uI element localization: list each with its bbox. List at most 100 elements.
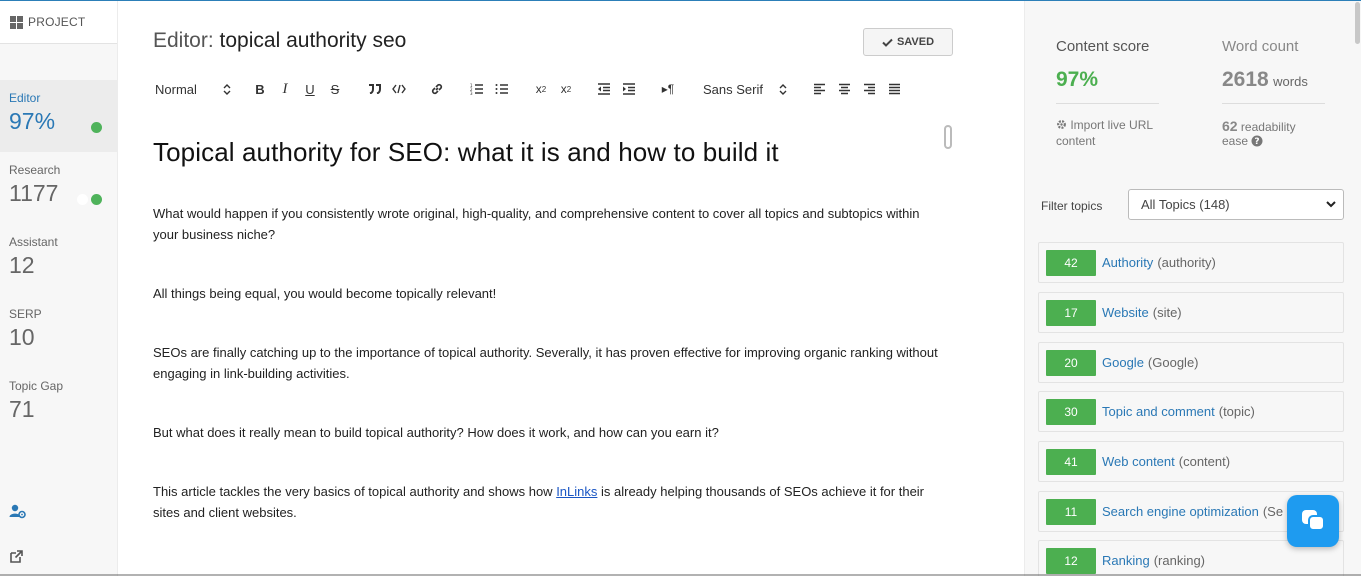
score-card: Content score 97% Import live URL conten… [1025, 1, 1361, 173]
topic-name: Ranking [1102, 553, 1150, 568]
editor-scroll-handle[interactable] [944, 125, 952, 149]
align-justify-icon[interactable] [885, 79, 903, 99]
select-arrows-icon [779, 83, 787, 95]
topic-item[interactable]: 30 Topic and comment (topic) [1038, 391, 1344, 432]
sidebar-item-research[interactable]: Research 1177 [0, 152, 118, 224]
sidebar-item-value: 10 [9, 324, 35, 350]
filter-topics-label: Filter topics [1041, 199, 1103, 213]
bullet-list-icon[interactable] [493, 79, 511, 99]
subscript-icon[interactable]: x2 [532, 79, 550, 99]
underline-icon[interactable]: U [302, 79, 318, 99]
topic-alias: (Se [1262, 504, 1284, 519]
font-family-select[interactable]: Sans Serif [703, 79, 793, 99]
topic-count-badge: 12 [1046, 547, 1096, 574]
link-icon[interactable] [428, 79, 446, 99]
italic-icon[interactable]: I [277, 79, 293, 99]
project-header[interactable]: PROJECT [0, 1, 117, 44]
import-url-button[interactable]: Import live URL content [1056, 117, 1171, 149]
outdent-icon[interactable] [595, 79, 613, 99]
paragraph: SEOs are finally catching up to the impo… [153, 345, 938, 381]
saved-button[interactable]: SAVED [863, 28, 953, 56]
project-label: PROJECT [28, 15, 86, 29]
filter-topics-select[interactable]: All Topics (148) [1128, 189, 1344, 220]
topic-item[interactable]: 42 Authority (authority) [1038, 242, 1344, 283]
bold-icon[interactable]: B [252, 79, 268, 99]
topic-count-badge: 11 [1046, 498, 1096, 525]
align-right-icon[interactable] [860, 79, 878, 99]
svg-text:?: ? [1255, 137, 1260, 147]
chat-launcher-button[interactable] [1287, 495, 1339, 547]
svg-text:3: 3 [470, 91, 473, 95]
code-block-icon[interactable] [390, 79, 408, 99]
sidebar-item-label: Research [9, 163, 61, 177]
sidebar-item-label: Editor [9, 91, 41, 105]
topic-name: Google [1102, 355, 1144, 370]
topic-alias: (topic) [1218, 404, 1255, 419]
sidebar-item-label: SERP [9, 307, 42, 321]
align-left-icon[interactable] [810, 79, 828, 99]
format-select-value: Normal [155, 81, 197, 97]
inlinks-link[interactable]: InLinks [556, 484, 597, 499]
topic-name: Search engine optimization [1102, 504, 1259, 519]
strikethrough-icon[interactable]: S [327, 79, 343, 99]
sidebar-item-value: 12 [9, 252, 35, 278]
topic-item[interactable]: 41 Web content (content) [1038, 441, 1344, 482]
article-heading: Topical authority for SEO: what it is an… [153, 137, 779, 167]
sidebar-item-label: Assistant [9, 235, 58, 249]
paragraph-text: This article tackles the very basics of … [153, 484, 557, 499]
gear-icon [1057, 120, 1066, 129]
paragraph: All things being equal, you would become… [153, 286, 497, 301]
page-title: Editor: topical authority seo [153, 29, 406, 53]
sidebar-item-serp[interactable]: SERP 10 [0, 296, 118, 368]
status-dot-blank [77, 194, 88, 205]
sidebar-item-value: 97% [9, 108, 56, 134]
word-count: 2618 words [1222, 68, 1308, 92]
topic-item[interactable]: 20 Google (Google) [1038, 342, 1344, 383]
topic-item[interactable]: 17 Website (site) [1038, 292, 1344, 333]
external-link-icon[interactable] [9, 549, 26, 564]
sidebar-item-assistant[interactable]: Assistant 12 [0, 224, 118, 296]
readability-value: 62 [1222, 118, 1238, 134]
grid-icon [10, 15, 23, 29]
text-direction-icon[interactable]: ▸¶ [659, 79, 677, 99]
indent-icon[interactable] [620, 79, 638, 99]
select-arrows-icon [223, 83, 231, 95]
check-icon [882, 38, 893, 47]
chat-icon [1302, 510, 1325, 531]
topic-alias: (site) [1152, 305, 1182, 320]
readability: 62 readability ease ? [1222, 119, 1322, 148]
sidebar-item-label: Topic Gap [9, 379, 64, 393]
divider [1222, 103, 1325, 104]
formatting-toolbar: Normal B I U S 123 x2 x2 ▸¶ Sans Serif [153, 79, 913, 99]
editor-area: Editor: topical authority seo SAVED Norm… [119, 1, 1023, 576]
topic-name: Authority [1102, 255, 1154, 270]
topic-alias: (authority) [1157, 255, 1216, 270]
topic-count-badge: 30 [1046, 398, 1096, 425]
topic-name: Website [1102, 305, 1149, 320]
topic-alias: (Google) [1147, 355, 1199, 370]
sidebar: PROJECT Editor 97% Research 1177 Assista… [0, 1, 118, 576]
user-settings-icon[interactable] [9, 504, 26, 519]
topic-count-badge: 17 [1046, 299, 1096, 326]
word-count-value: 2618 [1222, 68, 1269, 91]
word-count-unit: words [1273, 74, 1308, 89]
align-center-icon[interactable] [835, 79, 853, 99]
status-dot [91, 194, 102, 205]
sidebar-item-topic-gap[interactable]: Topic Gap 71 [0, 368, 118, 440]
title-prefix: Editor: [153, 29, 214, 52]
ordered-list-icon[interactable]: 123 [468, 79, 486, 99]
sidebar-item-value: 71 [9, 396, 35, 422]
page-scrollbar[interactable] [1355, 2, 1360, 44]
help-icon[interactable]: ? [1251, 135, 1263, 147]
paragraph-format-select[interactable]: Normal [155, 79, 235, 99]
saved-label: SAVED [896, 36, 935, 48]
content-score-value: 97% [1056, 68, 1099, 91]
sidebar-item-editor[interactable]: Editor 97% [0, 80, 118, 152]
content-score-title: Content score [1056, 38, 1150, 55]
import-url-label: Import live URL content [1056, 118, 1153, 148]
topic-name: Topic and comment [1102, 404, 1215, 419]
blockquote-icon[interactable] [365, 79, 383, 99]
divider [1056, 103, 1159, 104]
topic-count-badge: 41 [1046, 448, 1096, 475]
superscript-icon[interactable]: x2 [557, 79, 575, 99]
